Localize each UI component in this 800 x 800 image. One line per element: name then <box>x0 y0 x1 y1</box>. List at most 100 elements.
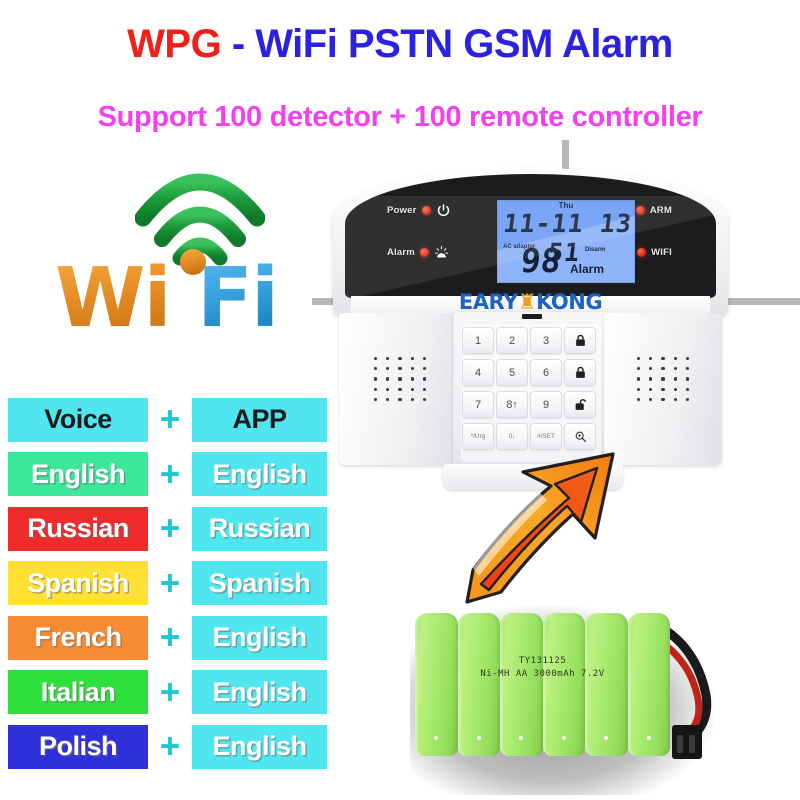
panel-top-housing: Power Alarm ARM WIFI Thu 11-11 13 51 AC … <box>333 168 728 324</box>
key-9[interactable]: 9 <box>530 391 562 418</box>
key-lock-away[interactable] <box>564 327 596 354</box>
indicator-arm-label: ARM <box>649 205 672 216</box>
battery-cell <box>627 613 670 756</box>
indicator-power-label: Power <box>387 205 417 216</box>
battery-pack-photo: TY131125 Ni-MH AA 3000mAh 7.2V <box>410 605 715 795</box>
plus-symbol: + <box>159 672 181 712</box>
battery-spec: Ni-MH AA 3000mAh 7.2V <box>480 669 605 679</box>
language-row: French + English <box>8 614 333 661</box>
key-magnifier[interactable] <box>564 423 596 450</box>
power-icon <box>437 204 449 217</box>
orange-arrow <box>465 452 615 604</box>
wifi-wordmark: Wi Fi <box>55 249 279 330</box>
app-language-cell: English <box>192 670 327 714</box>
svg-text:Wi: Wi <box>55 251 170 330</box>
key-unlock-disarm[interactable] <box>564 391 596 418</box>
keypad[interactable]: 1 2 3 4 5 6 7 8↑ 9 */Urg 0↓ #/SET <box>462 327 600 463</box>
speaker-grille-right <box>632 353 694 405</box>
indicator-arm: ARM <box>616 203 672 218</box>
wifi-icon <box>617 246 632 259</box>
microphone-slot <box>522 314 542 319</box>
lock-open-icon <box>575 399 586 410</box>
language-row: Spanish + Spanish <box>8 560 333 607</box>
title-rest: - WiFi PSTN GSM Alarm <box>221 22 674 66</box>
language-row: Italian + English <box>8 669 333 716</box>
page-title: WPG - WiFi PSTN GSM Alarm <box>0 22 800 67</box>
plus-symbol: + <box>159 400 181 439</box>
voice-language-cell: English <box>8 452 148 496</box>
voice-language-cell: Italian <box>8 670 148 714</box>
plus-symbol: + <box>159 509 181 548</box>
lock-closed-icon <box>575 366 585 378</box>
app-language-cell: Russian <box>192 506 327 551</box>
app-language-cell: English <box>192 615 327 660</box>
indicator-wifi-label: WIFI <box>651 247 672 258</box>
indicator-alarm: Alarm <box>387 245 449 260</box>
key-0-down[interactable]: 0↓ <box>496 423 528 450</box>
lock-closed-icon <box>575 334 585 346</box>
magnifier-icon <box>575 431 586 443</box>
lcd-alarm-label: Alarm <box>570 262 605 276</box>
battery-cell <box>500 613 543 756</box>
language-row: Voice + APP <box>8 396 333 443</box>
voice-language-cell: Polish <box>8 724 148 769</box>
battery-cell <box>585 613 628 756</box>
plus-symbol: + <box>159 454 181 494</box>
battery-cell <box>415 613 458 756</box>
key-3[interactable]: 3 <box>530 327 562 354</box>
app-language-cell: APP <box>192 397 327 442</box>
key-lock-home[interactable] <box>564 359 596 386</box>
battery-code: TY131125 <box>518 656 567 666</box>
power-led <box>421 206 431 215</box>
language-row: Russian + Russian <box>8 505 333 552</box>
lcd-disarm-label: Disarm <box>585 247 606 253</box>
key-star-urgent[interactable]: */Urg <box>462 423 494 450</box>
plus-symbol: + <box>159 563 181 603</box>
page-subtitle: Support 100 detector + 100 remote contro… <box>97 101 703 133</box>
siren-icon <box>434 246 448 258</box>
battery-cell <box>457 613 500 756</box>
speaker-grille-left <box>369 353 431 405</box>
plus-symbol: + <box>159 727 181 766</box>
battery-cells: TY131125 Ni-MH AA 3000mAh 7.2V <box>415 613 670 756</box>
key-hash-set[interactable]: #/SET <box>530 423 562 450</box>
lcd-datetime: 11-11 13 51 <box>501 209 634 267</box>
key-8-up[interactable]: 8↑ <box>496 391 528 418</box>
arm-led <box>635 206 645 215</box>
voice-language-cell: Spanish <box>8 561 148 605</box>
battery-label: TY131125 Ni-MH AA 3000mAh 7.2V <box>415 655 670 681</box>
language-row: English + English <box>8 451 333 498</box>
lcd-display: Thu 11-11 13 51 AC adaptor Disarm 98 Ala… <box>497 200 635 283</box>
plus-symbol: + <box>159 618 181 657</box>
svg-text:Fi: Fi <box>197 251 277 330</box>
voice-language-cell: French <box>8 615 148 660</box>
indicator-wifi: WIFI <box>617 245 672 260</box>
key-5[interactable]: 5 <box>496 359 528 386</box>
key-7[interactable]: 7 <box>462 391 494 418</box>
title-brand: WPG <box>127 22 222 66</box>
home-lock-icon <box>617 204 630 217</box>
alarm-led <box>419 248 429 257</box>
app-language-cell: English <box>192 452 327 496</box>
language-support-table: Voice + APP English + English Russian + Russian S… <box>8 396 333 778</box>
key-6[interactable]: 6 <box>530 359 562 386</box>
speaker-wing-right <box>604 313 722 465</box>
panel-black-face: Power Alarm ARM WIFI Thu 11-11 13 51 AC … <box>345 174 716 298</box>
language-row: Polish + English <box>8 723 333 770</box>
battery-cell <box>542 613 585 756</box>
indicator-alarm-label: Alarm <box>387 247 415 258</box>
product-marketing-image: WPG - WiFi PSTN GSM Alarm Support 100 de… <box>0 0 800 800</box>
wifi-logo: Wi Fi <box>55 160 305 330</box>
key-1[interactable]: 1 <box>462 327 494 354</box>
app-language-cell: Spanish <box>192 561 327 605</box>
speaker-wing-left <box>339 313 457 465</box>
voice-language-cell: Voice <box>8 397 148 442</box>
lcd-zone-number: 98 <box>518 241 563 280</box>
key-4[interactable]: 4 <box>462 359 494 386</box>
voice-language-cell: Russian <box>8 506 148 551</box>
indicator-power: Power <box>387 203 451 218</box>
lcd-weekday: Thu <box>558 201 574 210</box>
app-language-cell: English <box>192 724 327 769</box>
wifi-led <box>637 248 647 257</box>
key-2[interactable]: 2 <box>496 327 528 354</box>
